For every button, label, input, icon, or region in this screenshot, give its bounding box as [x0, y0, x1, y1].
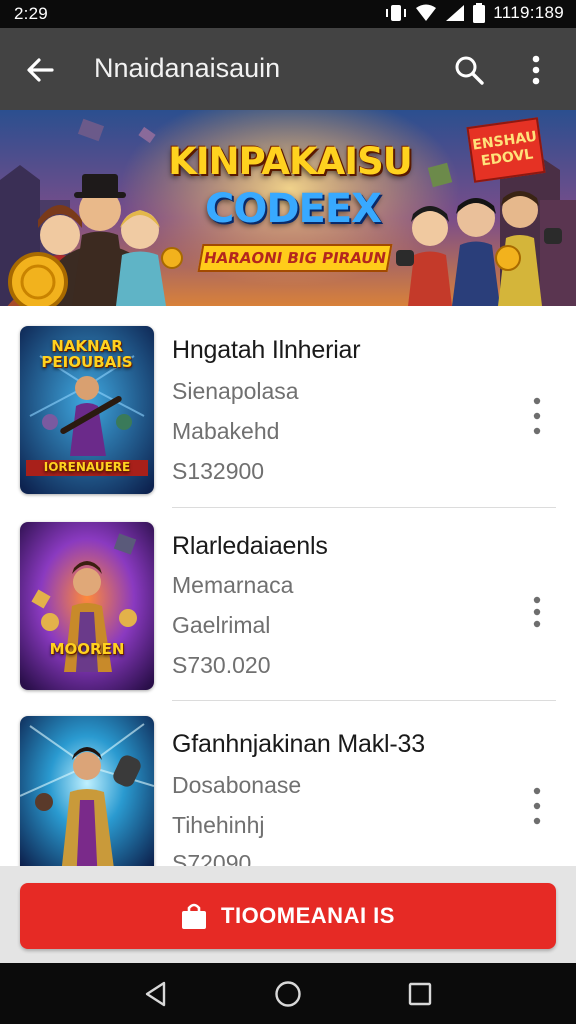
item-more-button[interactable]: [518, 588, 556, 636]
status-icons: 1119:189: [385, 3, 564, 23]
system-nav-bar: [0, 963, 576, 1024]
bottom-action-area: TIOOMEANAI IS: [0, 866, 576, 963]
item-subtitle: Memarnaca: [172, 572, 294, 598]
home-circle-icon: [275, 981, 301, 1007]
overflow-menu-button[interactable]: [516, 48, 556, 92]
promo-banner[interactable]: KINPAKAISU CODEEX HARAONI BIG PIRAUN ENS…: [0, 110, 576, 306]
more-vert-icon: [532, 55, 540, 85]
search-button[interactable]: [446, 48, 492, 92]
banner-badge: ENSHAU EDOVL: [466, 117, 546, 183]
item-title: Rlarledaiaenls: [172, 532, 328, 560]
nav-back-button[interactable]: [136, 975, 176, 1013]
nav-recents-button[interactable]: [400, 975, 440, 1013]
item-subtitle: Sienapolasa: [172, 378, 299, 404]
item-price: S730.020: [172, 652, 271, 678]
recents-square-icon: [408, 982, 432, 1006]
status-time: 2:29: [14, 4, 48, 23]
item-more-button[interactable]: [518, 392, 556, 440]
item-price: S72090: [172, 850, 252, 866]
thumbnail-caption-top: NAKNAR PEIOUBAIS: [41, 337, 133, 371]
banner-ribbon: HARAONI BIG PIRAUN: [197, 244, 393, 272]
item-detail: Tihehinhj: [172, 812, 265, 838]
banner-title: KINPAKAISU: [168, 140, 413, 183]
list-item[interactable]: MOOREN Rlarledaiaenls Memarnaca Gaelrima…: [0, 502, 576, 701]
item-thumbnail: MOOREN: [20, 522, 154, 690]
item-price: S132900: [172, 458, 265, 484]
status-bar: 2:29 1119:189: [0, 0, 576, 28]
app-bar: Nnaidanaisauin: [0, 28, 576, 110]
list-item[interactable]: NAKNAR PEIOUBAIS IORENAUERE Hngatah Ilnh…: [0, 306, 576, 508]
item-thumbnail: [20, 716, 154, 866]
signal-icon: [445, 4, 465, 22]
thumbnail-caption-bottom: IORENAUERE: [43, 460, 131, 474]
vibrate-icon: [385, 4, 407, 22]
buy-button[interactable]: TIOOMEANAI IS: [20, 883, 556, 949]
wifi-icon: [415, 4, 437, 22]
back-button[interactable]: [18, 48, 62, 92]
item-thumbnail: NAKNAR PEIOUBAIS IORENAUERE: [20, 326, 154, 494]
status-clock: 1119:189: [493, 3, 564, 22]
banner-subtitle: CODEEX: [204, 186, 382, 232]
nav-home-button[interactable]: [268, 975, 308, 1013]
thumbnail-caption-bottom: MOOREN: [49, 640, 125, 658]
item-title: Hngatah Ilnheriar: [172, 336, 361, 364]
item-detail: Mabakehd: [172, 418, 280, 444]
back-triangle-icon: [145, 981, 166, 1007]
shopping-bag-icon: [182, 903, 207, 929]
more-vert-icon: [533, 787, 541, 825]
back-arrow-icon: [27, 58, 54, 82]
item-detail: Gaelrimal: [172, 612, 271, 638]
more-vert-icon: [533, 596, 541, 628]
item-more-button[interactable]: [518, 782, 556, 830]
page-title: Nnaidanaisauin: [94, 53, 281, 83]
search-icon: [455, 56, 484, 85]
item-title: Gfanhnjakinan Makl-33: [172, 730, 425, 758]
battery-icon: [473, 3, 486, 23]
product-list: NAKNAR PEIOUBAIS IORENAUERE Hngatah Ilnh…: [0, 306, 576, 866]
buy-button-label: TIOOMEANAI IS: [221, 903, 395, 928]
item-subtitle: Dosabonase: [172, 772, 302, 798]
list-item[interactable]: Gfanhnjakinan Makl-33 Dosabonase Tihehin…: [0, 698, 576, 866]
more-vert-icon: [533, 397, 541, 435]
